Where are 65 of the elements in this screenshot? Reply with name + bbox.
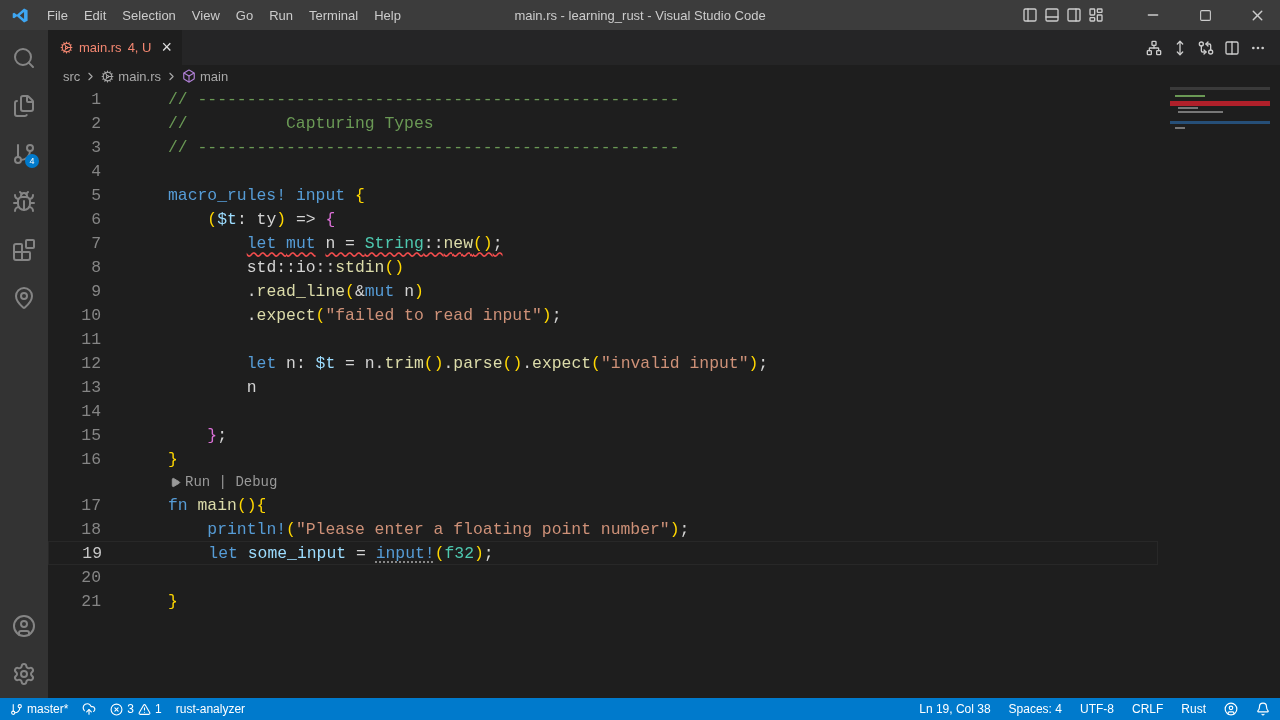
code-line: // ------------------------------------------------- [168, 137, 680, 157]
menu-item[interactable]: Help [366, 7, 409, 23]
line-number: 5 [90, 185, 101, 205]
line-number: 9 [90, 281, 101, 301]
line-number: 6 [90, 209, 101, 229]
menu-item[interactable]: Go [227, 7, 262, 23]
editor-tab[interactable]: main.rs 4, U × [48, 30, 182, 65]
status-item[interactable]: UTF-8 [1079, 702, 1114, 716]
tab-close-button[interactable]: × [161, 37, 172, 58]
line-number: 2 [90, 113, 101, 133]
status-item[interactable]: Ln 19, Col 38 [919, 702, 991, 716]
notification-badge: 4 [25, 154, 39, 168]
window-title: main.rs - learning_rust - Visual Studio Code [514, 7, 766, 23]
status-item[interactable]: Rust [1181, 702, 1206, 716]
warning-count[interactable]: 1 [155, 702, 162, 716]
breadcrumb-item[interactable]: main [181, 68, 229, 84]
code-line: println!("Please enter a floating point number"); [206, 519, 690, 539]
status-item[interactable]: Spaces: 4 [1008, 702, 1062, 716]
menu-item[interactable]: Selection [114, 7, 184, 23]
line-number: 14 [80, 401, 101, 421]
code-line: } [168, 591, 178, 611]
code-line: let mut n = String::new(); [245, 233, 503, 253]
line-number: 8 [90, 257, 101, 277]
line-number: 12 [80, 353, 101, 373]
error-count[interactable]: 3 [127, 702, 135, 716]
code-line: let n: $t = n.trim().parse().expect("invalid input"); [245, 353, 769, 373]
tab-status: 4, U [127, 40, 152, 55]
branch-name[interactable]: master* [27, 702, 69, 716]
status-item[interactable]: CRLF [1131, 702, 1164, 716]
code-line: .expect("failed to read input"); [245, 305, 562, 325]
code-line: std::io::stdin() [245, 257, 405, 277]
tab-label: main.rs [79, 40, 122, 55]
language-server-status[interactable]: rust-analyzer [175, 702, 246, 716]
line-number: 17 [80, 495, 101, 515]
line-number: 7 [90, 233, 101, 253]
line-number: 10 [80, 305, 101, 325]
code-line: }; [206, 425, 228, 445]
line-number: 19 [81, 543, 102, 563]
line-number: 21 [80, 591, 101, 611]
menu-item[interactable]: Edit [75, 7, 115, 23]
code-line: macro_rules! input { [168, 185, 365, 205]
line-number: 16 [80, 449, 101, 469]
menu-item[interactable]: Run [261, 7, 301, 23]
line-number: 15 [80, 425, 101, 445]
line-number: 3 [90, 137, 101, 157]
menu-item[interactable]: File [39, 7, 76, 23]
menu-item[interactable]: View [183, 7, 228, 23]
code-line: // ------------------------------------------------- [168, 89, 680, 109]
code-line: // Capturing Types [168, 113, 434, 133]
menu-item[interactable]: Terminal [301, 7, 367, 23]
line-number: 11 [80, 329, 101, 349]
line-number: 13 [80, 377, 101, 397]
codelens-links[interactable]: Run | Debug [185, 474, 278, 490]
line-number: 4 [90, 161, 101, 181]
line-number: 18 [80, 519, 101, 539]
line-number: 20 [80, 567, 101, 587]
code-line: .read_line(&mut n) [245, 281, 424, 301]
code-line: fn main(){ [168, 495, 267, 515]
code-line: let some_input = input!(f32); [207, 543, 494, 563]
code-line: ($t: ty) => { [206, 209, 336, 229]
breadcrumb-item[interactable]: src [63, 68, 81, 84]
code-line: n [245, 377, 257, 397]
breadcrumb-item[interactable]: main.rs [101, 68, 161, 84]
code-line: } [168, 449, 178, 469]
line-number: 1 [90, 89, 101, 109]
